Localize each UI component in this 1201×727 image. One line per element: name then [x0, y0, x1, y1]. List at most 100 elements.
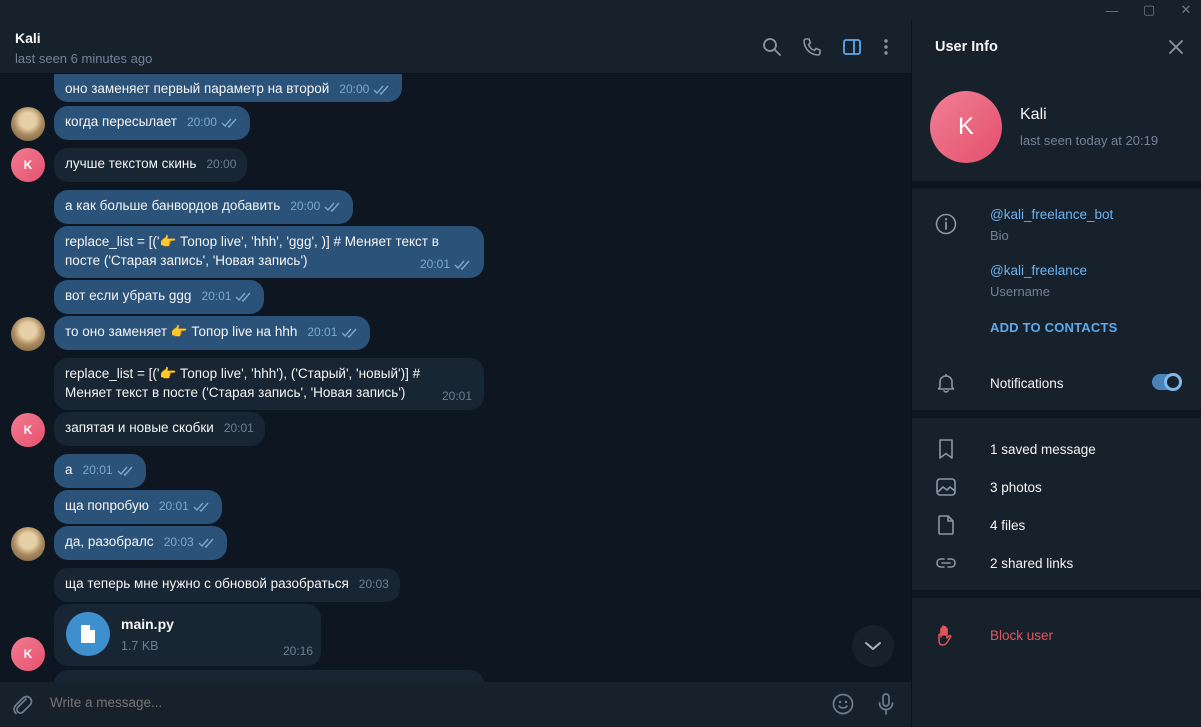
avatar[interactable]: K	[11, 413, 45, 447]
bell-icon-wrap	[934, 371, 958, 395]
double-check-icon	[373, 85, 389, 95]
double-check-icon	[341, 328, 357, 338]
avatar-letter: K	[23, 647, 33, 661]
link-icon-wrap	[934, 551, 958, 575]
maximize-icon: ▢	[1142, 2, 1156, 17]
message-bubble[interactable]: а как больше банвордов добавить 20:00	[54, 190, 354, 224]
section-divider	[912, 590, 1201, 598]
avatar[interactable]	[11, 107, 45, 141]
toggle-knob	[1164, 373, 1182, 391]
message-bubble[interactable]: replace_list = [('👉 Топор live', 'hhh'),…	[54, 358, 484, 410]
message-bubble[interactable]: да, разобралс 20:03	[54, 526, 227, 560]
message-text: оно заменяет первый параметр на второй	[65, 81, 330, 96]
maximize-button[interactable]: ▢	[1134, 0, 1164, 20]
message-text: replace_list = [('👉 Топор live', 'hhh', …	[65, 234, 439, 268]
file-icon	[938, 515, 954, 535]
message-bubble[interactable]: лучше текстом скинь 20:00	[54, 148, 248, 182]
message-bubble[interactable]: запятая и новые скобки 20:01	[54, 412, 265, 446]
message-text: запятая и новые скобки	[65, 420, 214, 435]
message-text: ща попробую	[65, 498, 149, 513]
close-icon: ✕	[1180, 2, 1192, 17]
username-label: Username	[990, 284, 1050, 299]
avatar[interactable]: K	[11, 148, 45, 182]
call-button[interactable]	[799, 34, 825, 60]
message-text: когда пересылает	[65, 114, 177, 129]
message-bubble[interactable]: ща попробую 20:01	[54, 490, 222, 524]
profile-avatar[interactable]: K	[930, 91, 1002, 163]
message-time: 20:01	[441, 389, 472, 403]
avatar-letter: K	[23, 423, 33, 437]
bookmark-icon	[939, 439, 953, 459]
bell-icon	[937, 374, 955, 393]
voice-button[interactable]	[874, 692, 898, 716]
chat-status: last seen 6 minutes ago	[15, 51, 153, 66]
toggle-sidebar-button[interactable]	[839, 34, 865, 60]
add-to-contacts-button[interactable]: ADD TO CONTACTS	[990, 320, 1117, 335]
message-time: 20:01	[419, 257, 450, 271]
double-check-icon	[117, 466, 133, 476]
notifications-toggle[interactable]	[1152, 373, 1182, 391]
link-icon	[936, 558, 956, 568]
message-bubble[interactable]: а 20:01	[54, 454, 146, 488]
bio-label: Bio	[990, 228, 1009, 243]
double-check-icon	[324, 202, 340, 212]
message-text: а как больше банвордов добавить	[65, 198, 281, 213]
message-list[interactable]: оно заменяет первый параметр на второй 20…	[0, 74, 911, 682]
shared-links-item[interactable]: 2 shared links	[990, 556, 1073, 571]
avatar-letter: K	[23, 158, 33, 172]
file-message[interactable]: main.py 1.7 KB 20:16	[54, 604, 321, 666]
user-info-panel: User Info K Kali last seen today at 20:1…	[912, 20, 1201, 727]
message-bubble[interactable]: оно заменяет первый параметр на второй 20…	[54, 74, 403, 102]
saved-messages-item[interactable]: 1 saved message	[990, 442, 1096, 457]
window-titlebar: — ▢ ✕	[0, 0, 1201, 20]
info-icon-wrap	[934, 212, 958, 236]
photos-item[interactable]: 3 photos	[990, 480, 1042, 495]
double-check-icon	[221, 118, 237, 128]
file-download-button[interactable]	[66, 612, 110, 656]
attach-button[interactable]	[10, 693, 34, 717]
message-time: 20:00	[206, 157, 237, 171]
chat-title[interactable]: Kali	[15, 30, 41, 46]
minimize-button[interactable]: —	[1097, 0, 1127, 20]
block-user-button[interactable]: Block user	[990, 628, 1053, 643]
message-text: лучше текстом скинь	[65, 156, 197, 171]
document-icon	[81, 625, 95, 643]
avatar[interactable]	[11, 527, 45, 561]
chat-header: Kali last seen 6 minutes ago	[0, 20, 911, 74]
message-bubble[interactable]: вот если убрать ggg 20:01	[54, 280, 265, 314]
message-text: да, разобралс	[65, 534, 154, 549]
message-composer	[0, 682, 911, 727]
double-check-icon	[235, 292, 251, 302]
files-item[interactable]: 4 files	[990, 518, 1025, 533]
bio-value[interactable]: @kali_freelance_bot	[990, 207, 1113, 222]
minimize-icon: —	[1105, 2, 1119, 18]
message-time: 20:01	[223, 421, 254, 435]
message-bubble[interactable]	[54, 670, 484, 682]
sidebar-icon	[843, 39, 861, 55]
phone-icon	[803, 38, 821, 56]
emoji-button[interactable]	[831, 692, 855, 716]
close-window-button[interactable]: ✕	[1171, 0, 1201, 20]
message-bubble[interactable]: ща теперь мне нужно с обновой разобратьс…	[54, 568, 400, 602]
message-text: вот если убрать ggg	[65, 288, 192, 303]
microphone-icon	[878, 693, 894, 715]
message-time: 20:00	[339, 82, 370, 96]
avatar[interactable]	[11, 317, 45, 351]
message-input[interactable]	[50, 695, 810, 710]
more-button[interactable]	[873, 34, 899, 60]
avatar[interactable]: K	[11, 637, 45, 671]
message-bubble[interactable]: replace_list = [('👉 Топор live', 'hhh', …	[54, 226, 484, 278]
username-value[interactable]: @kali_freelance	[990, 263, 1087, 278]
scroll-to-bottom-button[interactable]	[852, 625, 894, 667]
message-time: 20:01	[158, 499, 189, 513]
close-panel-button[interactable]	[1164, 35, 1188, 59]
emoji-icon	[832, 693, 854, 715]
message-bubble[interactable]: то оно заменяет 👉 Топор live на hhh 20:01	[54, 316, 371, 350]
message-text: ща теперь мне нужно с обновой разобратьс…	[65, 576, 349, 591]
bookmark-icon-wrap	[934, 437, 958, 461]
profile-status: last seen today at 20:19	[1020, 133, 1159, 148]
message-time: 20:01	[82, 463, 113, 477]
search-button[interactable]	[759, 34, 785, 60]
message-bubble[interactable]: когда пересылает 20:00	[54, 106, 250, 140]
notifications-label: Notifications	[990, 376, 1064, 391]
